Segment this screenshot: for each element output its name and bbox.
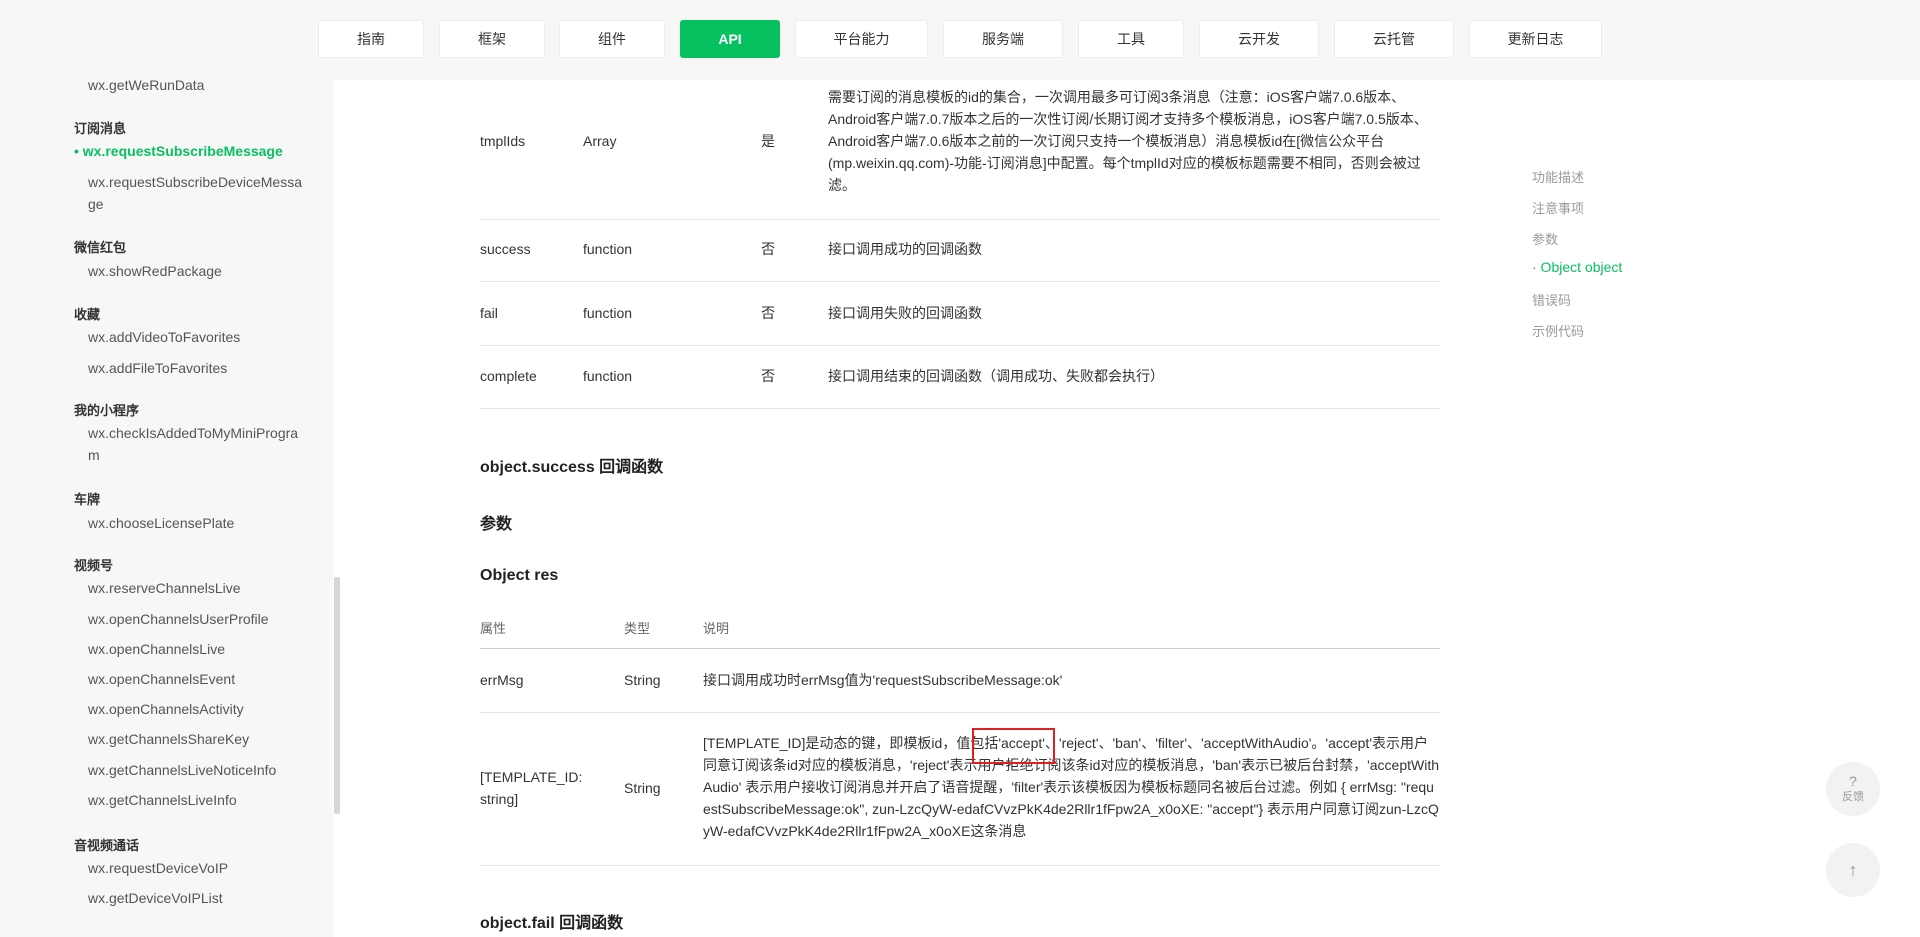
param-name-tmplids: tmplIds xyxy=(480,133,526,149)
sidebar-scrollbar[interactable] xyxy=(334,577,340,814)
sidebar-item-getchannelsliveinfo[interactable]: wx.getChannelsLiveInfo xyxy=(88,789,308,811)
sidebar-item-checkisaddedtomyminiprogram[interactable]: wx.checkIsAddedToMyMiniProgram xyxy=(88,422,308,466)
res-desc-template-id: [TEMPLATE_ID]是动态的键，即模板id，值包括'accept'、're… xyxy=(703,735,1439,839)
table-header-divider xyxy=(480,648,1440,649)
sidebar-group-channels: 视频号 xyxy=(74,558,114,573)
sidebar-group-my-miniprogram: 我的小程序 xyxy=(74,403,140,418)
res-header-name: 属性 xyxy=(480,621,507,636)
feedback-label: 反馈 xyxy=(1842,791,1864,803)
sidebar-item-openchannelslive[interactable]: wx.openChannelsLive xyxy=(88,638,308,660)
divider xyxy=(480,712,1440,713)
toc-item-notes[interactable]: 注意事项 xyxy=(1532,198,1584,217)
sidebar-item-requestsubscribemessage[interactable]: • wx.requestSubscribeMessage xyxy=(74,140,294,162)
sidebar: wx.getWeRunData 订阅消息 • wx.requestSubscri… xyxy=(0,80,333,937)
param-required-tmplids: 是 xyxy=(761,133,775,149)
nav-tools[interactable]: 工具 xyxy=(1078,20,1184,58)
question-icon: ? xyxy=(1849,773,1857,789)
section-success-title: object.success 回调函数 xyxy=(480,459,664,476)
arrow-up-icon: ↑ xyxy=(1848,859,1858,880)
toc-item-object[interactable]: · Object object xyxy=(1532,259,1622,275)
sidebar-item-getchannelssharekey[interactable]: wx.getChannelsShareKey xyxy=(88,728,308,750)
toc-item-errcode[interactable]: 错误码 xyxy=(1532,290,1571,309)
divider xyxy=(480,408,1440,409)
sidebar-item-reservechannelslive[interactable]: wx.reserveChannelsLive xyxy=(88,577,308,599)
param-type-fail: function xyxy=(583,305,633,321)
param-type-success: function xyxy=(583,241,633,257)
feedback-button[interactable]: ? 反馈 xyxy=(1826,762,1880,816)
sidebar-item-openchannelsuserprofile[interactable]: wx.openChannelsUserProfile xyxy=(88,608,308,630)
nav-guide[interactable]: 指南 xyxy=(318,20,424,58)
param-required-success: 否 xyxy=(761,241,775,257)
annotation-highlight-box xyxy=(972,728,1055,764)
param-name-complete: complete xyxy=(480,368,537,384)
divider xyxy=(480,865,1440,866)
sidebar-item-showredpackage[interactable]: wx.showRedPackage xyxy=(88,260,308,282)
sidebar-item-requestsubscribedevicemessage[interactable]: wx.requestSubscribeDeviceMessage xyxy=(88,171,308,215)
sidebar-item-getchannelslivenoticeinfo[interactable]: wx.getChannelsLiveNoticeInfo xyxy=(88,759,308,781)
sidebar-item-getwerundata[interactable]: wx.getWeRunData xyxy=(88,80,308,96)
sidebar-group-redpackage: 微信红包 xyxy=(74,240,127,255)
param-required-fail: 否 xyxy=(761,305,775,321)
toc-item-example[interactable]: 示例代码 xyxy=(1532,321,1584,340)
res-header-desc: 说明 xyxy=(703,621,730,636)
sidebar-item-label: wx.requestSubscribeMessage xyxy=(82,143,283,159)
sidebar-group-subscribe: 订阅消息 xyxy=(74,121,127,136)
divider xyxy=(480,281,1440,282)
sidebar-group-favorites: 收藏 xyxy=(74,307,101,322)
res-header-type: 类型 xyxy=(624,621,651,636)
back-to-top-button[interactable]: ↑ xyxy=(1826,843,1880,897)
param-desc-tmplids: 需要订阅的消息模板的id的集合，一次调用最多可订阅3条消息（注意：iOS客户端7… xyxy=(828,89,1428,193)
nav-components[interactable]: 组件 xyxy=(559,20,665,58)
sidebar-item-addvideotofavorites[interactable]: wx.addVideoToFavorites xyxy=(88,326,308,348)
nav-cloud-hosting[interactable]: 云托管 xyxy=(1334,20,1454,58)
nav-framework[interactable]: 框架 xyxy=(439,20,545,58)
param-type-tmplids: Array xyxy=(583,133,617,149)
nav-server[interactable]: 服务端 xyxy=(943,20,1063,58)
sidebar-item-openchannelsactivity[interactable]: wx.openChannelsActivity xyxy=(88,698,308,720)
nav-changelog[interactable]: 更新日志 xyxy=(1469,20,1602,58)
top-nav: 指南 框架 组件 API 平台能力 服务端 工具 云开发 云托管 更新日志 xyxy=(0,0,1920,80)
sidebar-group-voip: 音视频通话 xyxy=(74,838,140,853)
sidebar-item-requestdevicevoip[interactable]: wx.requestDeviceVoIP xyxy=(88,857,308,879)
param-required-complete: 否 xyxy=(761,368,775,384)
toc-item-params[interactable]: 参数 xyxy=(1532,229,1558,248)
res-type-template-id: String xyxy=(624,780,661,796)
nav-api[interactable]: API xyxy=(680,20,780,58)
param-type-complete: function xyxy=(583,368,633,384)
param-desc-fail: 接口调用失败的回调函数 xyxy=(828,305,982,321)
sidebar-group-license-plate: 车牌 xyxy=(74,492,101,507)
sidebar-item-openchannelsevent[interactable]: wx.openChannelsEvent xyxy=(88,668,308,690)
res-name-template-id: [TEMPLATE_ID: string] xyxy=(480,769,583,807)
res-name-errmsg: errMsg xyxy=(480,672,524,688)
param-name-fail: fail xyxy=(480,305,498,321)
param-desc-complete: 接口调用结束的回调函数（调用成功、失败都会执行） xyxy=(828,368,1164,384)
section-fail-title: object.fail 回调函数 xyxy=(480,915,624,932)
nav-platform[interactable]: 平台能力 xyxy=(795,20,928,58)
res-type-errmsg: String xyxy=(624,672,661,688)
sidebar-item-getdevicevoiplist[interactable]: wx.getDeviceVoIPList xyxy=(88,887,308,909)
sidebar-item-addfiletofavorites[interactable]: wx.addFileToFavorites xyxy=(88,357,308,379)
toc-item-description[interactable]: 功能描述 xyxy=(1532,167,1584,186)
divider xyxy=(480,219,1440,220)
section-object-res-title: Object res xyxy=(480,567,559,584)
section-params-title: 参数 xyxy=(480,516,513,533)
res-desc-errmsg: 接口调用成功时errMsg值为'requestSubscribeMessage:… xyxy=(703,672,1063,688)
sidebar-item-chooselicenseplate[interactable]: wx.chooseLicensePlate xyxy=(88,512,308,534)
divider xyxy=(480,345,1440,346)
param-desc-success: 接口调用成功的回调函数 xyxy=(828,241,982,257)
nav-cloud-dev[interactable]: 云开发 xyxy=(1199,20,1319,58)
param-name-success: success xyxy=(480,241,531,257)
